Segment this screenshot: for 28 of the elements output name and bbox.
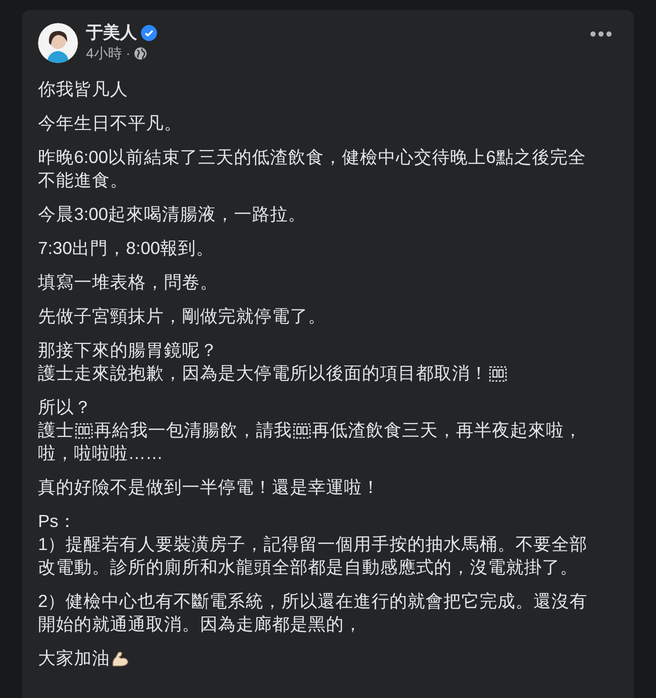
avatar[interactable]: [38, 23, 78, 63]
author-name[interactable]: 于美人: [86, 23, 137, 44]
post-paragraph: 填寫一堆表格，問卷。: [38, 271, 219, 294]
post-text: 所以？: [38, 396, 92, 420]
post-paragraph: 真的好險不是做到一半停電！還是幸運啦！: [38, 476, 381, 500]
post-text: 大家加油: [38, 647, 110, 670]
more-icon[interactable]: [590, 31, 612, 37]
post-text: 那接下來的腸胃鏡呢？: [38, 339, 218, 362]
post-text: 再給我一包清腸飲，請我: [94, 419, 292, 442]
post-paragraph: 先做子宮頸抹片，剛做完就停電了。: [38, 305, 327, 328]
post-paragraph: 2）健檢中心也有不斷電系統，所以還在進行的就會把它完成。還沒有 開始的就通通取消。因為走廊都是黑的，: [38, 590, 589, 636]
post-paragraph: 7:30出門，8:00報到。: [38, 237, 216, 260]
post-paragraph: 你我皆凡人: [38, 78, 129, 102]
separator: ·: [126, 44, 130, 64]
missing-glyph-icon: [489, 364, 507, 383]
post-text: 護士走來說抱歉，因為是大停電所以後面的項目都取消！: [38, 362, 488, 386]
post-text: 啦，啦啦啦……: [38, 442, 163, 466]
globe-icon: [134, 47, 148, 60]
flexed-arm-icon: [111, 650, 129, 668]
post-paragraph: Ps： 1）提醒若有人要裝潢房子，記得留一個用手按的抽水馬桶。不要全部 改電動。診所的廁所和水龍頭全部都是自動感應式的，沒電就掛了。: [38, 510, 589, 580]
missing-glyph-icon: [75, 422, 93, 440]
post-paragraph: 昨晚6:00以前結束了三天的低渣飲食，健檢中心交待晚上6點之後完全 不能進食。: [38, 146, 587, 192]
post-time[interactable]: 4小時: [86, 43, 122, 64]
post-text: 護士: [38, 419, 74, 442]
post-paragraph: 今年生日不平凡。: [38, 112, 183, 136]
missing-glyph-icon: [293, 422, 311, 440]
post-paragraph: 今晨3:00起來喝清腸液，一路拉。: [38, 203, 308, 226]
post-text: 再低渣飲食三天，再半夜起來啦，: [312, 419, 582, 442]
